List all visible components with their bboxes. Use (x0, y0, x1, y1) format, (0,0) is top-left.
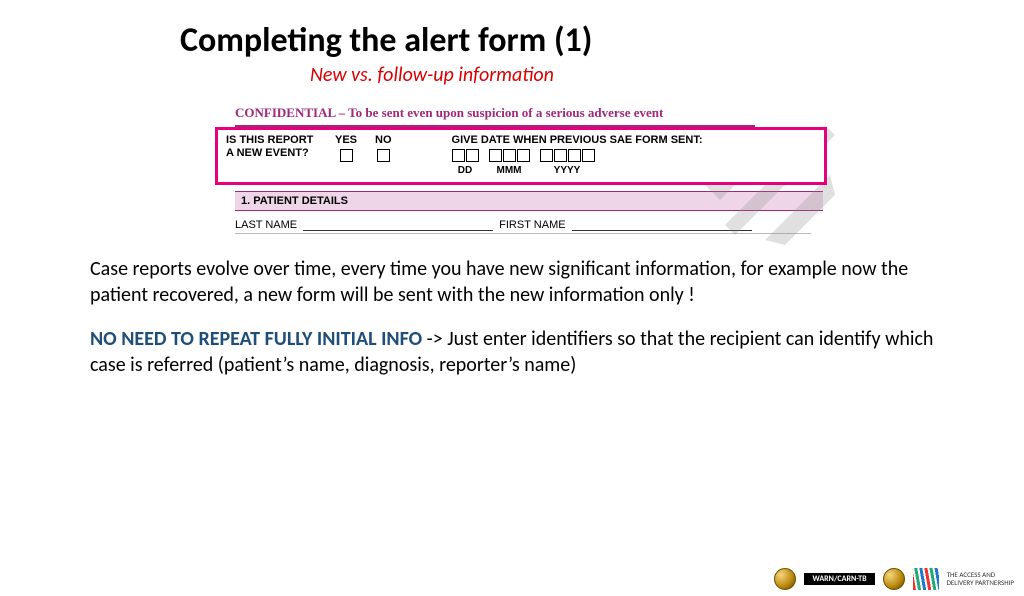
page-subtitle: New vs. follow-up information (310, 63, 1024, 87)
date-yyyy-box[interactable] (582, 149, 595, 162)
first-name-field[interactable] (572, 219, 752, 231)
previous-date-label: GIVE DATE WHEN PREVIOUS SAE FORM SENT: (452, 134, 703, 146)
paragraph-1: Case reports evolve over time, every tim… (90, 256, 934, 308)
stripes-icon (913, 568, 939, 590)
form-excerpt: CONFIDENTIAL – To be sent even upon susp… (235, 105, 825, 234)
mmm-label: MMM (497, 165, 522, 176)
seal-icon (883, 568, 905, 590)
yes-checkbox[interactable] (340, 149, 353, 162)
date-dd-box[interactable] (466, 149, 479, 162)
no-repeat-emphasis: NO NEED TO REPEAT FULLY INITIAL INFO (90, 327, 422, 351)
seal-icon (774, 568, 796, 590)
first-name-label: FIRST NAME (499, 219, 565, 231)
patient-name-row: LAST NAME FIRST NAME (235, 219, 811, 234)
date-yyyy-box[interactable] (554, 149, 567, 162)
footer-logos: WARN/CARN-TB THE ACCESS ANDDELIVERY PART… (774, 568, 1014, 590)
no-label: NO (375, 134, 392, 146)
new-event-highlight: IS THIS REPORT A NEW EVENT? YES NO GIVE … (215, 127, 827, 185)
date-yyyy-box[interactable] (540, 149, 553, 162)
last-name-field[interactable] (303, 219, 493, 231)
date-mmm-box[interactable] (489, 149, 502, 162)
paragraph-2: NO NEED TO REPEAT FULLY INITIAL INFO -> … (90, 326, 934, 378)
partner-text: THE ACCESS ANDDELIVERY PARTNERSHIP (947, 571, 1014, 586)
section-patient-details: 1. PATIENT DETAILS (235, 191, 823, 211)
confidential-line: CONFIDENTIAL – To be sent even upon susp… (235, 105, 825, 121)
last-name-label: LAST NAME (235, 219, 297, 231)
dd-label: DD (458, 165, 472, 176)
date-yyyy-box[interactable] (568, 149, 581, 162)
date-mmm-box[interactable] (517, 149, 530, 162)
yes-label: YES (335, 134, 357, 146)
yyyy-label: YYYY (554, 165, 581, 176)
page-title: Completing the alert form (1) (180, 20, 1024, 61)
new-event-question: IS THIS REPORT A NEW EVENT? (226, 134, 331, 159)
warn-logo: WARN/CARN-TB (804, 573, 874, 585)
date-mmm-box[interactable] (503, 149, 516, 162)
no-checkbox[interactable] (377, 149, 390, 162)
date-dd-box[interactable] (452, 149, 465, 162)
body-text: Case reports evolve over time, every tim… (90, 256, 934, 378)
